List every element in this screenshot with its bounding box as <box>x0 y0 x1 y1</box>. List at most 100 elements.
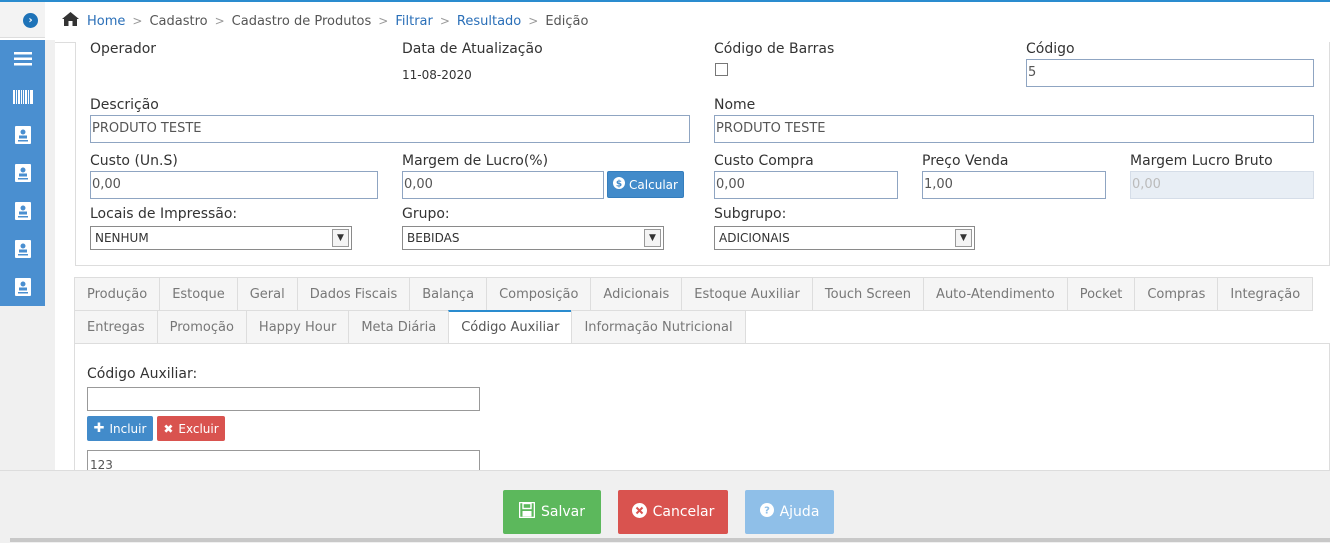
breadcrumb-separator: > <box>528 14 539 28</box>
excluir-label: Excluir <box>178 421 219 436</box>
tab-touch-screen[interactable]: Touch Screen <box>811 277 924 311</box>
left-gutter-lower <box>0 306 55 470</box>
margem-lucro-bruto-label: Margem Lucro Bruto <box>1130 153 1273 169</box>
incluir-label: Incluir <box>109 421 147 436</box>
tabs-row-1: Produção Estoque Geral Dados Fiscais Bal… <box>74 277 1314 311</box>
tab-informacao-nutricional[interactable]: Informação Nutricional <box>571 310 746 344</box>
codigo-label: Código <box>1026 41 1075 57</box>
contact-card-icon[interactable] <box>0 192 45 230</box>
tab-estoque[interactable]: Estoque <box>159 277 237 311</box>
tab-auto-atendimento[interactable]: Auto-Atendimento <box>923 277 1067 311</box>
ajuda-button[interactable]: ? Ajuda <box>745 490 834 534</box>
codigo-barras-checkbox[interactable] <box>715 63 728 76</box>
locais-impressao-label: Locais de Impressão: <box>90 206 238 222</box>
tab-producao[interactable]: Produção <box>74 277 160 311</box>
custo-compra-input[interactable]: 0,00 <box>714 171 898 199</box>
breadcrumb-resultado[interactable]: Resultado <box>457 14 521 29</box>
preco-venda-input[interactable]: 1,00 <box>922 171 1106 199</box>
contact-card-icon[interactable] <box>0 268 45 306</box>
breadcrumb-separator: > <box>214 14 225 28</box>
custo-input[interactable]: 0,00 <box>90 171 378 199</box>
nome-input[interactable]: PRODUTO TESTE <box>714 115 1314 143</box>
breadcrumb-separator: > <box>132 14 143 28</box>
incluir-button[interactable]: ✚ Incluir <box>87 416 153 441</box>
salvar-label: Salvar <box>541 504 585 520</box>
tab-promocao[interactable]: Promoção <box>156 310 246 344</box>
breadcrumb-cadastro-produtos: Cadastro de Produtos <box>231 13 372 29</box>
data-atualizacao-value: 11-08-2020 <box>402 68 472 82</box>
tab-estoque-auxiliar[interactable]: Estoque Auxiliar <box>681 277 812 311</box>
home-icon[interactable] <box>62 12 79 30</box>
locais-impressao-select[interactable]: NENHUM ▼ <box>90 226 352 250</box>
chevron-down-icon: ▼ <box>955 229 972 247</box>
tab-geral[interactable]: Geral <box>236 277 297 311</box>
tab-meta-diaria[interactable]: Meta Diária <box>348 310 449 344</box>
breadcrumb-home[interactable]: Home <box>87 14 125 29</box>
breadcrumb-edicao: Edição <box>545 13 589 29</box>
dollar-circle-icon: $ <box>613 177 626 192</box>
plus-icon: ✚ <box>93 421 105 436</box>
menu-icon[interactable] <box>0 40 45 78</box>
breadcrumb: Home > Cadastro > Cadastro de Produtos >… <box>62 11 588 31</box>
grupo-label: Grupo: <box>402 206 450 222</box>
operador-label: Operador <box>90 41 157 57</box>
custo-label: Custo (Un.S) <box>90 153 178 169</box>
breadcrumb-separator: > <box>439 14 450 28</box>
tab-adicionais[interactable]: Adicionais <box>590 277 682 311</box>
calcular-label: Calcular <box>629 177 678 192</box>
codigo-barras-label: Código de Barras <box>714 41 835 57</box>
excluir-button[interactable]: ✖ Excluir <box>157 416 225 441</box>
margem-lucro-bruto-input: 0,00 <box>1130 171 1314 199</box>
chevron-down-icon: ▼ <box>644 229 661 247</box>
descricao-label: Descrição <box>90 97 159 113</box>
sidebar-header: › <box>0 2 45 38</box>
svg-text:?: ? <box>764 506 770 517</box>
tabs-row-2: Entregas Promoção Happy Hour Meta Diária… <box>74 310 746 344</box>
tab-pocket[interactable]: Pocket <box>1066 277 1135 311</box>
horizontal-scrollbar[interactable] <box>10 538 1330 542</box>
save-icon <box>518 501 536 522</box>
data-atualizacao-label: Data de Atualização <box>402 41 543 57</box>
barcode-icon[interactable] <box>0 78 45 116</box>
codigo-input[interactable]: 5 <box>1026 59 1314 87</box>
chevron-down-icon: ▼ <box>332 229 349 247</box>
salvar-button[interactable]: Salvar <box>503 490 601 534</box>
ajuda-label: Ajuda <box>779 504 820 520</box>
subgrupo-value: ADICIONAIS <box>719 231 790 245</box>
breadcrumb-filtrar[interactable]: Filtrar <box>395 14 433 29</box>
subgrupo-label: Subgrupo: <box>714 206 787 222</box>
margem-lucro-input[interactable]: 0,00 <box>402 171 604 199</box>
grupo-select[interactable]: BEBIDAS ▼ <box>402 226 664 250</box>
tab-dados-fiscais[interactable]: Dados Fiscais <box>296 277 410 311</box>
codigo-auxiliar-input[interactable] <box>87 387 480 411</box>
descricao-input[interactable]: PRODUTO TESTE <box>90 115 690 143</box>
calcular-button[interactable]: $ Calcular <box>607 171 684 198</box>
custo-compra-label: Custo Compra <box>714 153 814 169</box>
tab-composicao[interactable]: Composição <box>486 277 591 311</box>
tab-happy-hour[interactable]: Happy Hour <box>245 310 349 344</box>
tab-entregas[interactable]: Entregas <box>74 310 157 344</box>
codigo-auxiliar-label: Código Auxiliar: <box>87 366 198 382</box>
tab-codigo-auxiliar[interactable]: Código Auxiliar <box>448 310 572 344</box>
contact-card-icon[interactable] <box>0 116 45 154</box>
subgrupo-select[interactable]: ADICIONAIS ▼ <box>714 226 975 250</box>
close-circle-icon <box>631 502 647 522</box>
margem-lucro-label: Margem de Lucro(%) <box>402 153 549 169</box>
breadcrumb-cadastro: Cadastro <box>149 13 208 29</box>
grupo-value: BEBIDAS <box>407 231 460 245</box>
tab-integracao[interactable]: Integração <box>1217 277 1314 311</box>
contact-card-icon[interactable] <box>0 230 45 268</box>
tab-compras[interactable]: Compras <box>1134 277 1218 311</box>
question-circle-icon: ? <box>759 503 774 521</box>
sidebar <box>0 40 45 306</box>
tab-balanca[interactable]: Balança <box>409 277 487 311</box>
cancelar-button[interactable]: Cancelar <box>618 490 728 534</box>
locais-impressao-value: NENHUM <box>95 231 149 245</box>
sidebar-expand-icon[interactable]: › <box>23 13 38 28</box>
breadcrumb-separator: > <box>378 14 389 28</box>
preco-venda-label: Preço Venda <box>922 153 1009 169</box>
svg-text:$: $ <box>616 179 622 189</box>
cancelar-label: Cancelar <box>652 504 715 520</box>
close-icon: ✖ <box>163 421 174 436</box>
contact-card-icon[interactable] <box>0 154 45 192</box>
